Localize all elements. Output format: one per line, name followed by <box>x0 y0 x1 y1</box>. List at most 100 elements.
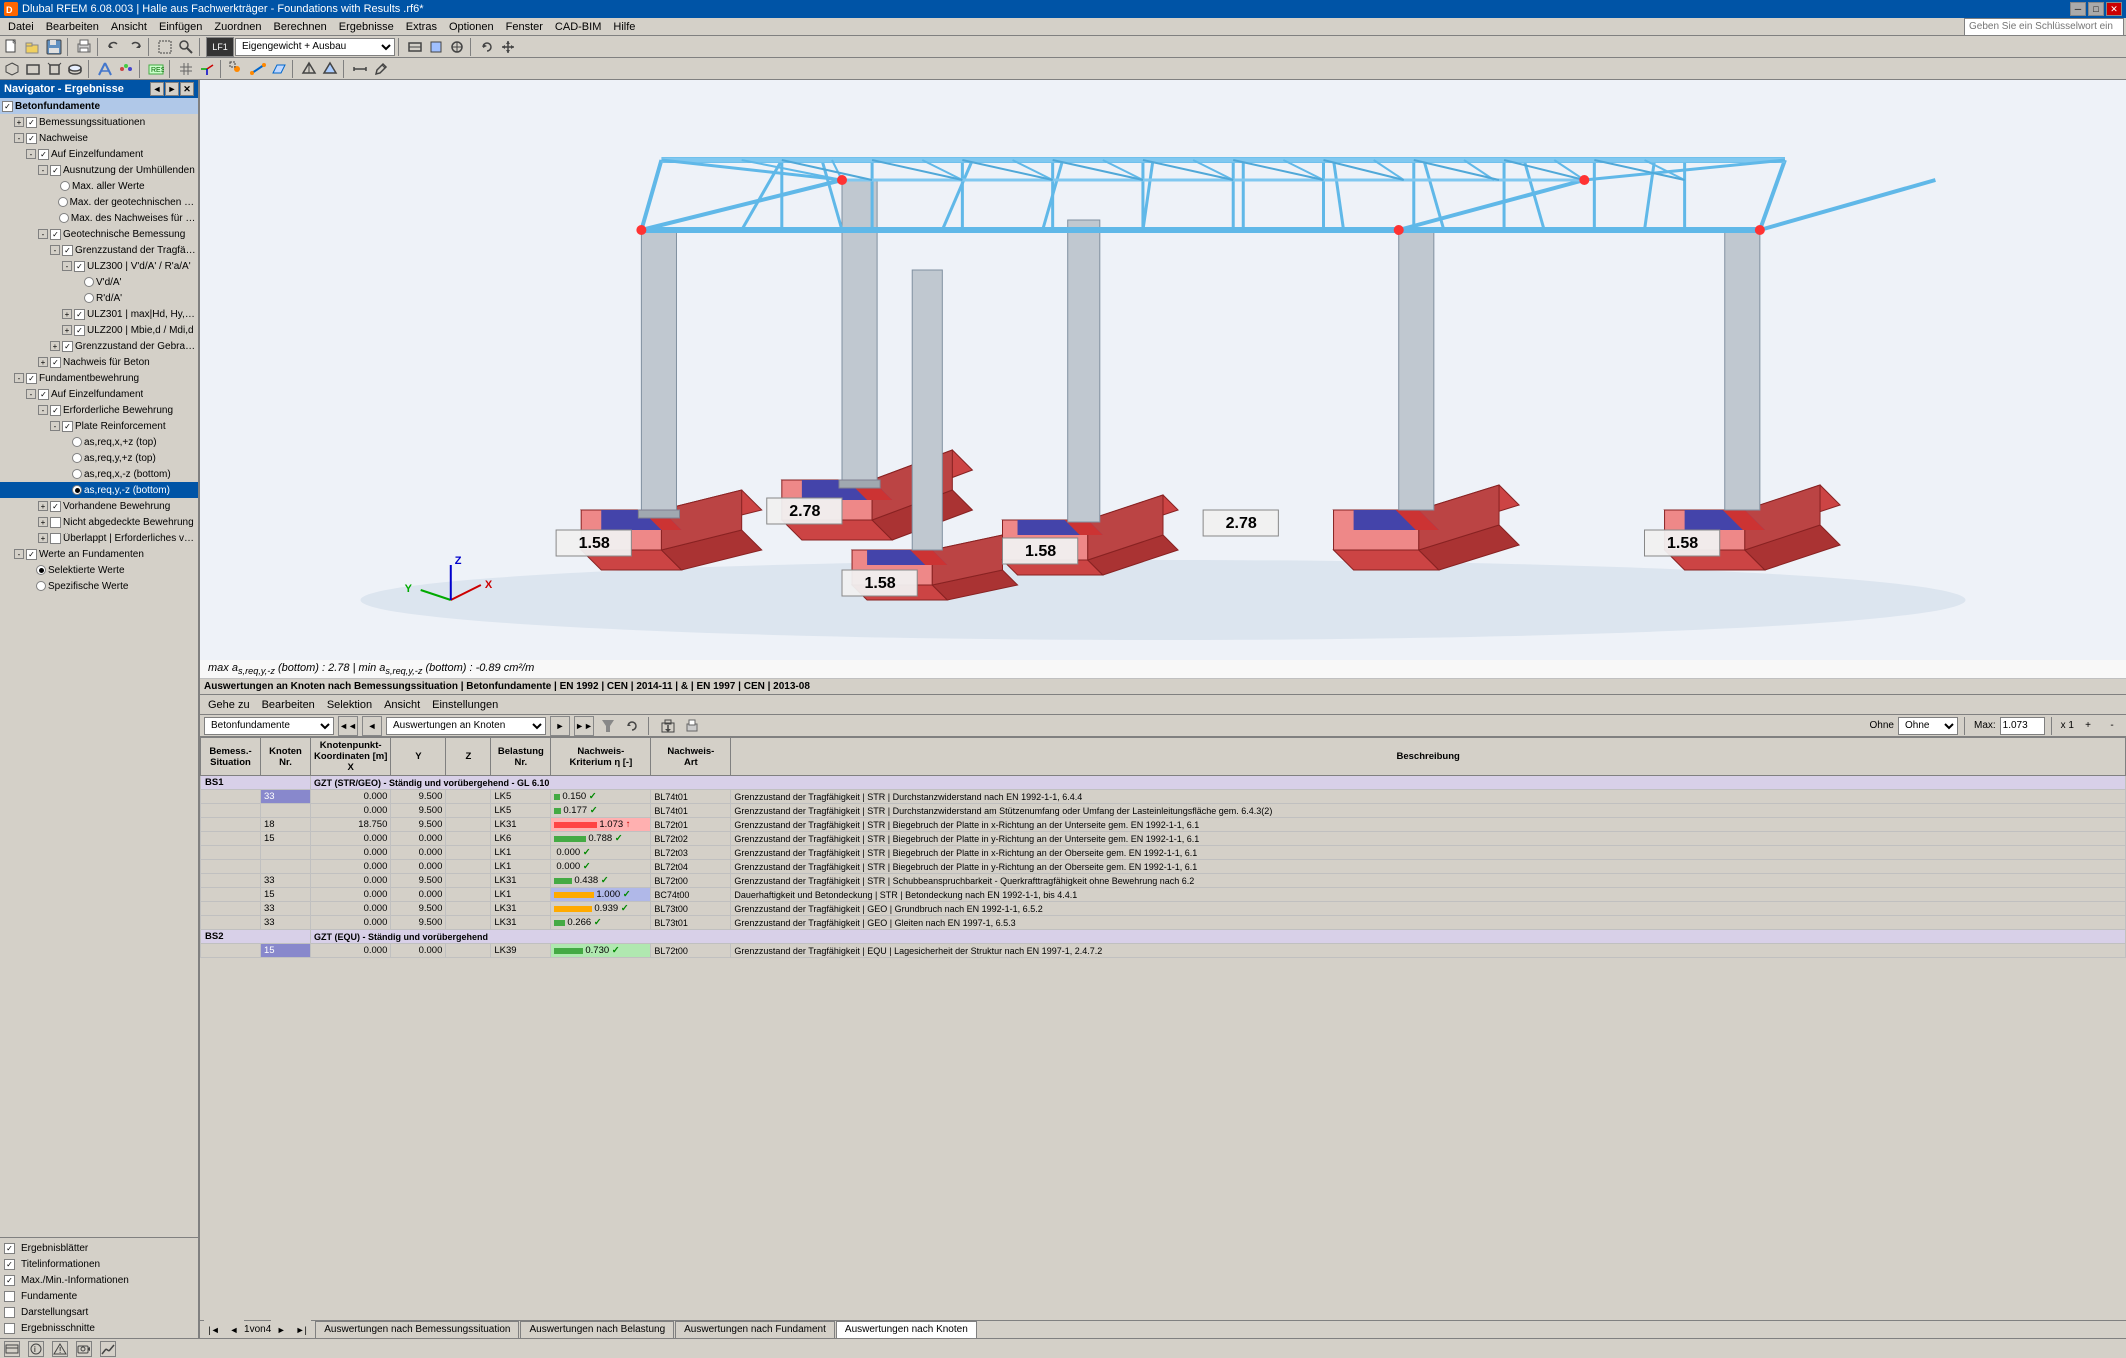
menu-extras[interactable]: Extras <box>400 20 443 34</box>
export-btn[interactable] <box>658 716 678 736</box>
filter-btn[interactable] <box>598 716 618 736</box>
nav-ueberlappt[interactable]: + Überlappt | Erforderliches vs. vorhand… <box>0 530 198 546</box>
panel-back-btn[interactable]: ◄ <box>150 82 164 96</box>
expand-icon-8[interactable]: + <box>62 309 72 319</box>
nav-alle-werte[interactable]: Max. aller Werte <box>0 178 198 194</box>
refresh-btn[interactable] <box>622 716 642 736</box>
nav-as-req-y-bot[interactable]: as,req,y,-z (bottom) <box>0 482 198 498</box>
nav-as-req-y-top[interactable]: as,req,y,+z (top) <box>0 450 198 466</box>
display-button-1[interactable] <box>95 59 115 79</box>
table-row[interactable]: 18 18.750 9.500 LK31 1.073 ↑ BL72t01 Gre… <box>201 818 2126 832</box>
expand-icon-6[interactable]: - <box>50 245 60 255</box>
table-row[interactable]: 33 0.000 9.500 LK31 0.438 ✓ BL72t00 Gren… <box>201 874 2126 888</box>
expand-icon-14[interactable]: - <box>38 405 48 415</box>
nav-grenzzustand[interactable]: - Grenzzustand der Tragfähigkeit <box>0 242 198 258</box>
expand-icon-1[interactable]: + <box>14 117 24 127</box>
cb-fundamente[interactable] <box>4 1291 15 1302</box>
radio-rda[interactable] <box>84 293 94 303</box>
nav-geotechnisch[interactable]: Max. der geotechnischen Bemessung <box>0 194 198 210</box>
nav-ausnutzung[interactable]: - Ausnutzung der Umhüllenden <box>0 162 198 178</box>
page-next-btn[interactable]: ► <box>271 1320 291 1339</box>
results-ansicht[interactable]: Ansicht <box>380 698 424 712</box>
cb-ausnutzung[interactable] <box>50 165 61 176</box>
nav-nachweise[interactable]: - Nachweise <box>0 130 198 146</box>
radio-alle-werte[interactable] <box>60 181 70 191</box>
tab-belastung[interactable]: Auswertungen nach Belastung <box>520 1321 674 1339</box>
menu-ansicht[interactable]: Ansicht <box>105 20 153 34</box>
cb-erf-bewehrung[interactable] <box>50 405 61 416</box>
maximize-button[interactable]: □ <box>2088 2 2104 16</box>
menu-bearbeiten[interactable]: Bearbeiten <box>40 20 105 34</box>
select-surface-button[interactable] <box>269 59 289 79</box>
cb-ergebnisschnitte[interactable] <box>4 1323 15 1334</box>
radio-as-x-top[interactable] <box>72 437 82 447</box>
table-row[interactable]: 15 0.000 0.000 LK6 0.788 ✓ BL72t02 Grenz… <box>201 832 2126 846</box>
radio-as-x-bot[interactable] <box>72 469 82 479</box>
view-3d-button[interactable] <box>2 59 22 79</box>
nav-as-req-x-top[interactable]: as,req,x,+z (top) <box>0 434 198 450</box>
cb-plate-reinf[interactable] <box>62 421 73 432</box>
status-icon-graph[interactable] <box>100 1341 116 1357</box>
cb-werte-fund[interactable] <box>26 549 37 560</box>
cb-bemessung[interactable] <box>26 117 37 128</box>
print-results-btn[interactable] <box>682 716 702 736</box>
results-goto[interactable]: Gehe zu <box>204 698 254 712</box>
cb-darstellungsart[interactable] <box>4 1307 15 1318</box>
nav-nachweis-beton[interactable]: + Nachweis für Beton <box>0 354 198 370</box>
cb-einzelfundament[interactable] <box>38 149 49 160</box>
table-row[interactable]: 15 0.000 0.000 LK39 0.730 ✓ BL72t00 Gren… <box>201 944 2126 958</box>
expand-icon-4[interactable]: - <box>38 165 48 175</box>
cb-gebrauch[interactable] <box>62 341 73 352</box>
nav-geotechnische-bem[interactable]: - Geotechnische Bemessung <box>0 226 198 242</box>
nav-werte-fund[interactable]: - Werte an Fundamenten <box>0 546 198 562</box>
nav-gebrauch[interactable]: + Grenzzustand der Gebrauchstauglich... <box>0 338 198 354</box>
cb-nicht-abgedeckt[interactable] <box>50 517 61 528</box>
tab-knoten[interactable]: Auswertungen nach Knoten <box>836 1321 977 1339</box>
nav-ulz200[interactable]: + ULZ200 | Mbie,d / Mdi,d <box>0 322 198 338</box>
view-button-3[interactable] <box>447 37 467 57</box>
zoom-in-btn[interactable]: + <box>2078 716 2098 736</box>
close-button[interactable]: ✕ <box>2106 2 2122 16</box>
nav-rda[interactable]: R'd/A' <box>0 290 198 306</box>
select-node-button[interactable] <box>227 59 247 79</box>
nav-selektierte[interactable]: Selektierte Werte <box>0 562 198 578</box>
max-value-input[interactable] <box>2000 717 2045 735</box>
status-icon-cam[interactable] <box>76 1341 92 1357</box>
wireframe-button[interactable] <box>299 59 319 79</box>
results-bearbeiten[interactable]: Bearbeiten <box>258 698 319 712</box>
radio-as-y-bot[interactable] <box>72 485 82 495</box>
nav-betonfundamente[interactable]: Betonfundamente <box>0 98 198 114</box>
select-all-button[interactable] <box>155 37 175 57</box>
radio-vda[interactable] <box>84 277 94 287</box>
menu-optionen[interactable]: Optionen <box>443 20 500 34</box>
nav-ulz300[interactable]: - ULZ300 | V'd/A' / R'a/A' <box>0 258 198 274</box>
nav-fund-einzelfund[interactable]: - Auf Einzelfundament <box>0 386 198 402</box>
minimize-button[interactable]: ─ <box>2070 2 2086 16</box>
results-einstellungen[interactable]: Einstellungen <box>428 698 502 712</box>
solid-button[interactable] <box>320 59 340 79</box>
search-input[interactable] <box>1964 18 2124 36</box>
undo-button[interactable] <box>104 37 124 57</box>
axis-button[interactable] <box>197 59 217 79</box>
cb-nachweis-beton[interactable] <box>50 357 61 368</box>
expand-icon-11[interactable]: + <box>38 357 48 367</box>
zoom-button[interactable] <box>176 37 196 57</box>
expand-icon-19[interactable]: - <box>14 549 24 559</box>
radio-spezifische[interactable] <box>36 581 46 591</box>
results-on-button[interactable]: RES <box>146 59 166 79</box>
nav-erf-bewehrung[interactable]: - Erforderliche Bewehrung <box>0 402 198 418</box>
nav-beton[interactable]: Max. des Nachweises für Beton <box>0 210 198 226</box>
results-table-container[interactable]: Bemess.-Situation KnotenNr. Knotenpunkt-… <box>200 737 2126 1320</box>
expand-icon-15[interactable]: - <box>50 421 60 431</box>
status-icon-2[interactable]: i <box>28 1341 44 1357</box>
expand-icon-9[interactable]: + <box>62 325 72 335</box>
table-row[interactable]: 0.000 0.000 LK1 0.000 ✓ BL72t04 Grenzzus… <box>201 860 2126 874</box>
expand-icon-3[interactable]: - <box>26 149 36 159</box>
edit-button[interactable] <box>371 59 391 79</box>
rotate-button[interactable] <box>477 37 497 57</box>
page-prev-btn[interactable]: ◄ <box>224 1320 244 1339</box>
open-button[interactable] <box>23 37 43 57</box>
nav-bemessungssituationen[interactable]: + Bemessungssituationen <box>0 114 198 130</box>
status-icon-1[interactable] <box>4 1341 20 1357</box>
menu-hilfe[interactable]: Hilfe <box>607 20 641 34</box>
